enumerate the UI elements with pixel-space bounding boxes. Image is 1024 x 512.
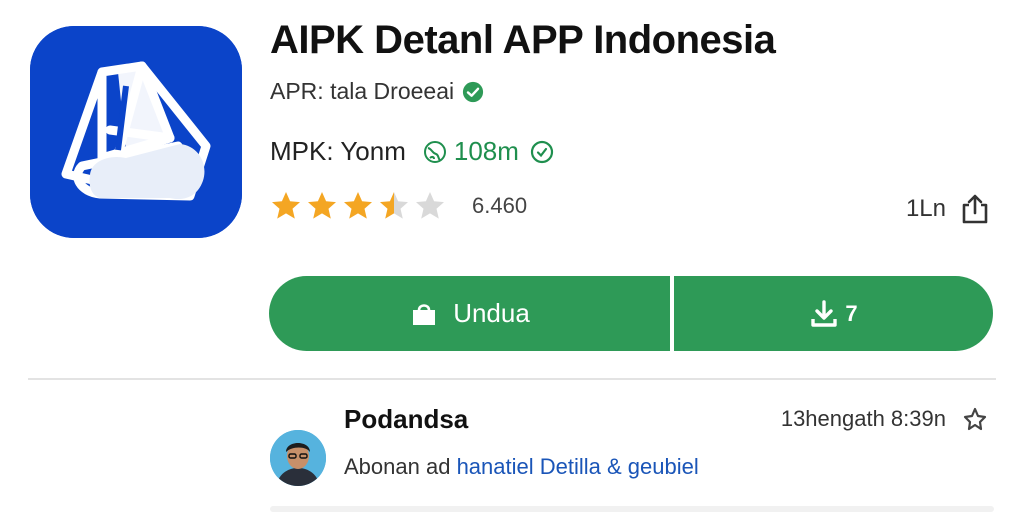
review-time: 13hengath 8:39n: [780, 406, 946, 431]
meta-label: MPK: Yonm: [270, 136, 406, 166]
review-link[interactable]: hanatiel Detilla & geubiel: [457, 454, 699, 479]
app-title: AIPK Detanl APP Indonesia: [270, 18, 776, 62]
download-button[interactable]: 7: [674, 276, 993, 351]
globe-icon: [423, 140, 446, 163]
action-bar: Undua 7: [269, 276, 993, 351]
section-divider: [28, 378, 996, 380]
rating-row: 6.460: [270, 190, 527, 222]
install-button[interactable]: Undua: [269, 276, 670, 351]
download-label: 7: [845, 300, 858, 326]
size-info: 108m: [422, 136, 555, 167]
avatar[interactable]: [270, 430, 326, 486]
star-icon: [272, 192, 300, 219]
rating-value: 6.460: [472, 193, 528, 218]
developer-row[interactable]: APR: tala Droeeai: [270, 78, 484, 105]
reviewer-name: Podandsa: [344, 404, 469, 434]
share-icon[interactable]: [958, 192, 992, 226]
review-text-prefix: Abonan ad: [344, 454, 451, 479]
check-circle-outline-icon: [530, 140, 554, 163]
app-logo-icon: [30, 26, 242, 238]
star-icon: [380, 192, 408, 219]
app-detail-page: AIPK Detanl APP Indonesia APR: tala Droe…: [0, 0, 1024, 512]
check-circle-icon: [463, 81, 484, 102]
share-count: 1Ln: [905, 195, 946, 222]
star-icon: [344, 192, 372, 219]
share-area[interactable]: 1Ln: [906, 192, 992, 226]
bookmark-icon[interactable]: [962, 406, 988, 432]
meta-row: MPK: Yonm 108m: [270, 136, 555, 167]
developer-name[interactable]: APR: tala Droeeai: [270, 78, 454, 105]
star-icon: [416, 192, 444, 219]
download-icon: [811, 299, 838, 327]
app-size: 108m: [453, 136, 519, 166]
next-review-edge: [270, 506, 994, 512]
star-rating: [270, 190, 446, 222]
shopping-bag-icon: [413, 303, 436, 325]
install-label: Undua: [453, 298, 530, 328]
star-icon: [308, 192, 336, 219]
review-text: Abonan ad hanatiel Detilla & geubiel: [344, 454, 699, 480]
